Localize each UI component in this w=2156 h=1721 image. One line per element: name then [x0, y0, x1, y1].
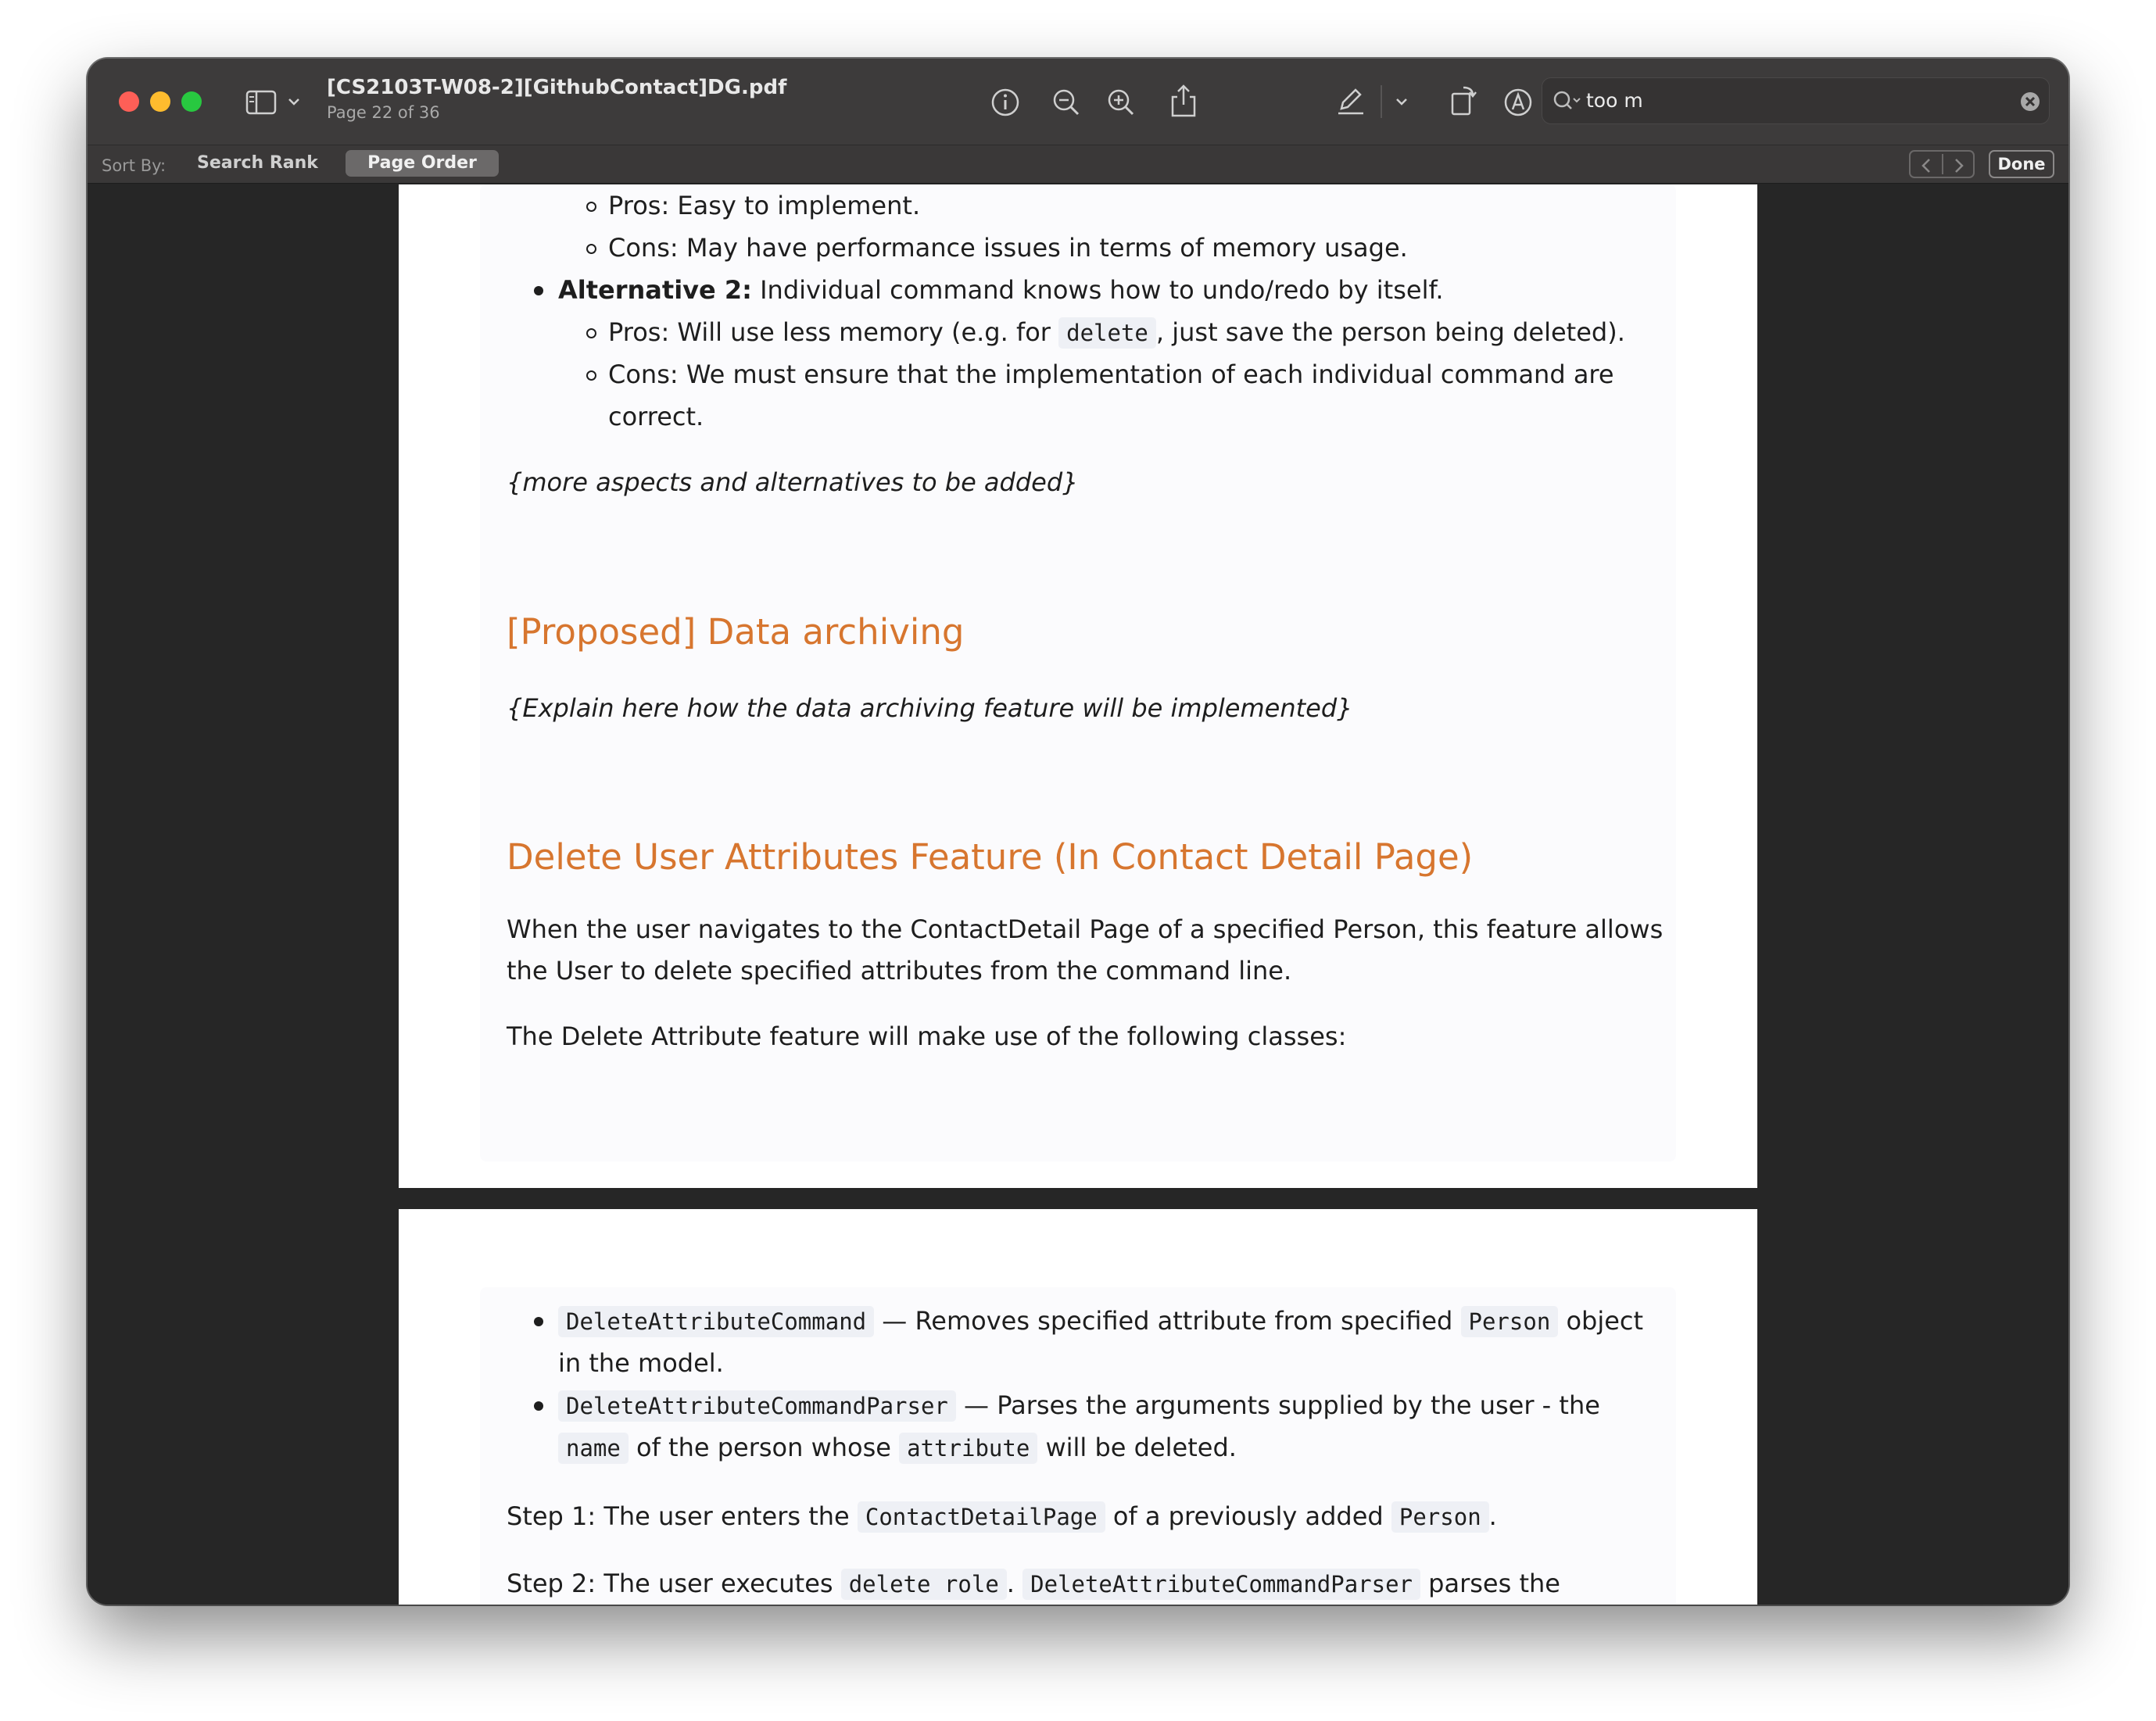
inline-code: DeleteAttributeCommandParser [558, 1390, 956, 1422]
paragraph-classes: The Delete Attribute feature will make u… [507, 1022, 1347, 1051]
result-navigation [1909, 150, 1975, 178]
markup-menu-button[interactable] [1390, 90, 1413, 113]
annotate-button[interactable] [1501, 85, 1535, 120]
class-item-parser: DeleteAttributeCommandParser — Parses th… [558, 1384, 1600, 1427]
class-item-parser-cont: name of the person whose attribute will … [558, 1426, 1237, 1469]
inline-code: delete [1058, 317, 1156, 349]
minimize-window-button[interactable] [150, 91, 170, 112]
heading-data-archiving: [Proposed] Data archiving [507, 611, 965, 653]
sub-bullet [586, 328, 596, 338]
info-button[interactable] [988, 85, 1022, 120]
sub-bullet [586, 370, 596, 381]
previous-result-icon[interactable] [1918, 156, 1934, 175]
more-aspects-note: {more aspects and alternatives to be add… [507, 467, 1079, 497]
item-text: of the person whose [628, 1433, 900, 1462]
pencil-icon [1338, 88, 1363, 115]
paragraph-line: When the user navigates to the ContactDe… [507, 914, 1664, 944]
sort-page-order-button[interactable]: Page Order [346, 150, 499, 177]
archiving-note: {Explain here how the data archiving fea… [507, 693, 1353, 723]
zoom-out-icon [1053, 89, 1080, 116]
step-text: . [1006, 1569, 1023, 1598]
sort-by-label: Sort By: [102, 156, 167, 175]
zoom-in-icon [1108, 89, 1134, 116]
sidebar-icon [245, 90, 299, 115]
close-window-button[interactable] [119, 91, 139, 112]
alternative-2-text: Individual command knows how to undo/red… [751, 275, 1444, 305]
pros-2-text-b: , just save the person being deleted). [1155, 317, 1625, 347]
rotate-icon [1451, 86, 1477, 116]
step-text: Step 2: The user executes [507, 1569, 841, 1598]
nav-divider [1942, 154, 1943, 174]
cons-line-2-cont: correct. [608, 402, 704, 431]
clear-search-icon[interactable] [2019, 91, 2041, 113]
inline-code: Person [1391, 1501, 1489, 1533]
info-icon [991, 88, 1019, 116]
step-text: parses the [1420, 1569, 1560, 1598]
sub-bullet [586, 244, 596, 254]
alternative-2-label: Alternative 2: [558, 275, 752, 305]
class-item-command: DeleteAttributeCommand — Removes specifi… [558, 1300, 1643, 1343]
bullet [534, 1317, 543, 1326]
document-title: [CS2103T-W08-2][GithubContact]DG.pdf [327, 76, 787, 99]
step-text: Step 1: The user enters the [507, 1501, 858, 1531]
chevron-down-icon [1396, 98, 1407, 106]
inline-code: delete role [840, 1569, 1007, 1600]
pros-2-text-a: Pros: Will use less memory (e.g. for [608, 317, 1059, 347]
zoom-out-button[interactable] [1049, 85, 1083, 120]
sidebar-toggle-button[interactable] [244, 87, 306, 118]
inline-code: name [558, 1433, 629, 1464]
item-text: will be deleted. [1037, 1433, 1237, 1462]
search-results-bar: Sort By: Search Rank Page Order Done [88, 145, 2068, 184]
item-text: object [1558, 1306, 1644, 1336]
document-viewport[interactable]: Pros: Easy to implement. Cons: May have … [88, 184, 2068, 1605]
cons-line: Cons: May have performance issues in ter… [608, 233, 1408, 263]
title-bar: [CS2103T-W08-2][GithubContact]DG.pdf Pag… [88, 59, 2068, 145]
page-indicator: Page 22 of 36 [327, 103, 440, 122]
search-input-value[interactable]: too m [1586, 89, 1643, 112]
pros-line-2: Pros: Will use less memory (e.g. for del… [608, 311, 1625, 354]
pdf-viewer-window: [CS2103T-W08-2][GithubContact]DG.pdf Pag… [88, 59, 2068, 1605]
zoom-window-button[interactable] [181, 91, 202, 112]
heading-delete-attributes: Delete User Attributes Feature (In Conta… [507, 836, 1474, 878]
share-button[interactable] [1166, 82, 1201, 120]
paragraph-line: the User to delete specified attributes … [507, 956, 1292, 986]
sub-bullet [586, 202, 596, 212]
inline-code: attribute [899, 1433, 1038, 1464]
annotate-icon [1504, 88, 1532, 116]
rotate-button[interactable] [1446, 82, 1481, 118]
inline-code: ContactDetailPage [857, 1501, 1105, 1533]
search-field[interactable]: too m [1542, 77, 2050, 124]
next-result-icon[interactable] [1951, 156, 1967, 175]
cons-line-2: Cons: We must ensure that the implementa… [608, 360, 1614, 389]
search-icon [1553, 91, 1581, 109]
inline-code: Person [1460, 1306, 1559, 1337]
done-button[interactable]: Done [1989, 150, 2054, 178]
zoom-in-button[interactable] [1104, 85, 1138, 120]
share-icon [1171, 84, 1196, 117]
sort-search-rank-button[interactable]: Search Rank [197, 153, 318, 173]
inline-code: DeleteAttributeCommandParser [1022, 1569, 1420, 1600]
item-text: — Removes specified attribute from speci… [874, 1306, 1461, 1336]
alternative-2-line: Alternative 2: Individual command knows … [558, 269, 1444, 311]
pros-line: Pros: Easy to implement. [608, 191, 921, 220]
markup-button[interactable] [1334, 84, 1368, 118]
pdf-page-22: Pros: Easy to implement. Cons: May have … [399, 184, 1757, 1188]
item-text: — Parses the arguments supplied by the u… [955, 1390, 1600, 1420]
class-item-command-cont: in the model. [558, 1348, 724, 1378]
step-2: Step 2: The user executes delete role. D… [507, 1562, 1560, 1605]
bullet [534, 1401, 543, 1411]
toolbar-divider [1381, 85, 1382, 118]
inline-code: DeleteAttributeCommand [558, 1306, 875, 1337]
step-text: of a previously added [1105, 1501, 1391, 1531]
pdf-page-23: DeleteAttributeCommand — Removes specifi… [399, 1209, 1757, 1605]
step-text: . [1488, 1501, 1497, 1531]
bullet [534, 286, 543, 295]
step-1: Step 1: The user enters the ContactDetai… [507, 1495, 1497, 1538]
